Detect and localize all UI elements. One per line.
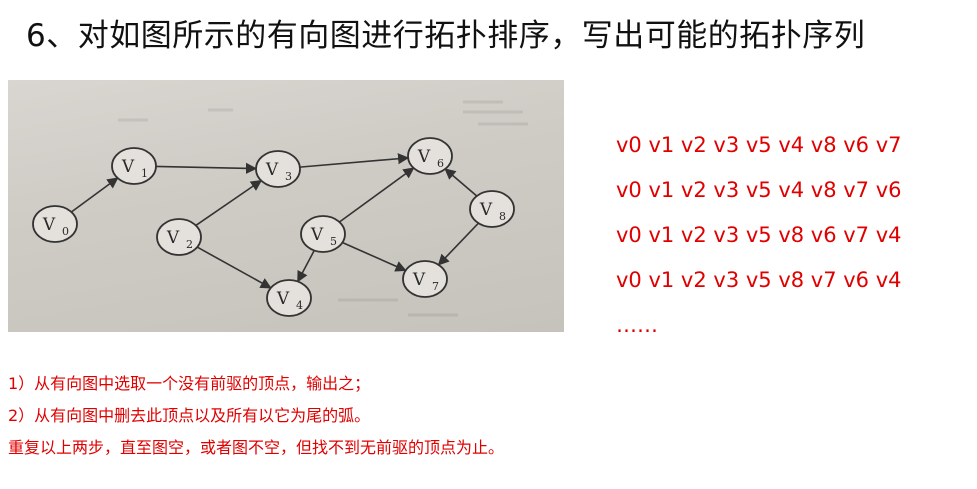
node-label: V — [265, 160, 279, 180]
edge-v0-v1 — [70, 177, 119, 213]
sequence-list: v0 v1 v2 v3 v5 v4 v8 v6 v7 v0 v1 v2 v3 v… — [616, 128, 902, 353]
node-label: V — [42, 215, 56, 235]
edge-v8-v6 — [444, 168, 478, 197]
node-v5: V5 — [300, 215, 346, 253]
node-subscript: 7 — [432, 280, 439, 293]
edge-v5-v6 — [338, 167, 415, 223]
node-v1: V1 — [111, 147, 157, 185]
edge-v3-v6 — [299, 153, 410, 168]
node-v6: V6 — [407, 137, 453, 175]
edge-v1-v3 — [155, 162, 258, 174]
edge-v2-v3 — [195, 179, 263, 227]
node-label: V — [412, 270, 426, 290]
node-label: V — [479, 200, 493, 220]
node-label: V — [121, 157, 135, 177]
algorithm-steps: 1）从有向图中选取一个没有前驱的顶点，输出之； 2）从有向图中删去此顶点以及所有… — [8, 372, 504, 468]
topological-sequence: v0 v1 v2 v3 v5 v4 v8 v6 v7 — [616, 133, 902, 157]
graph-photo: V0V1V2V3V4V5V6V7V8 — [8, 80, 564, 332]
node-label: V — [276, 289, 290, 309]
node-v2: V2 — [156, 218, 202, 256]
topological-sequence: v0 v1 v2 v3 v5 v8 v6 v7 v4 — [616, 223, 902, 247]
topological-sequence: v0 v1 v2 v3 v5 v8 v7 v6 v4 — [616, 268, 902, 292]
step-2: 2）从有向图中删去此顶点以及所有以它为尾的弧。 — [8, 406, 371, 425]
node-subscript: 8 — [499, 210, 506, 223]
node-label: V — [310, 225, 324, 245]
edge-v5-v7 — [342, 241, 407, 272]
step-repeat: 重复以上两步，直至图空，或者图不空，但找不到无前驱的顶点为止。 — [8, 438, 505, 457]
node-v0: V0 — [32, 205, 78, 243]
edge-v2-v4 — [196, 246, 272, 289]
node-v8: V8 — [469, 190, 515, 228]
directed-graph-diagram: V 0V 1V 2V 3V 4V 5V 6V 7V 8 — [32, 100, 528, 317]
node-label: V — [417, 147, 431, 167]
node-v4: V4 — [266, 279, 312, 317]
sequence-ellipsis: …… — [616, 313, 658, 337]
page-title: 6、对如图所示的有向图进行拓扑排序，写出可能的拓扑序列 — [26, 18, 866, 54]
topological-sequence: v0 v1 v2 v3 v5 v4 v8 v7 v6 — [616, 178, 902, 202]
node-subscript: 1 — [141, 167, 148, 180]
node-subscript: 3 — [285, 170, 292, 183]
edge-v5-v4 — [297, 250, 315, 283]
node-subscript: 2 — [186, 238, 193, 251]
step-1: 1）从有向图中选取一个没有前驱的顶点，输出之； — [8, 374, 371, 393]
node-subscript: 0 — [62, 225, 69, 238]
node-v7: V7 — [402, 260, 448, 298]
node-subscript: 5 — [330, 235, 337, 248]
node-v3: V3 — [255, 150, 301, 188]
node-subscript: 6 — [437, 157, 444, 170]
node-subscript: 4 — [296, 299, 303, 312]
node-label: V — [166, 228, 180, 248]
edge-v8-v7 — [437, 222, 480, 266]
